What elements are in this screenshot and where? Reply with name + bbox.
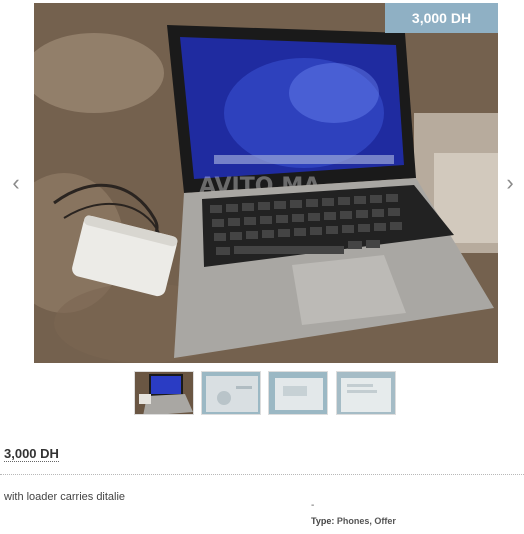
previous-photo-button[interactable]: ‹ (6, 170, 26, 196)
main-listing-photo[interactable]: AVITO.MA 3,000 DH (34, 3, 498, 363)
listing-type: Type: Phones, Offer (311, 516, 396, 526)
thumbnail-1[interactable] (134, 371, 194, 415)
chevron-right-icon: › (506, 170, 514, 195)
type-value: Phones, Offer (336, 516, 396, 526)
thumbnail-4[interactable] (336, 371, 396, 415)
thumbnail-strip (0, 371, 524, 417)
listing-price: 3,000 DH (4, 446, 59, 462)
document-thumbnail-image (337, 372, 395, 414)
laptop-thumbnail-image (135, 372, 193, 414)
photo-gallery: AVITO.MA 3,000 DH ‹ › (0, 0, 524, 365)
section-divider (0, 474, 524, 475)
type-label: Type: (311, 516, 335, 526)
listing-description: with loader carries ditalie (4, 491, 126, 503)
chevron-left-icon: ‹ (12, 170, 20, 195)
thumbnail-3[interactable] (268, 371, 328, 415)
document-thumbnail-image (269, 372, 327, 414)
price-badge: 3,000 DH (385, 3, 498, 33)
next-photo-button[interactable]: › (500, 170, 520, 196)
thumbnail-2[interactable] (201, 371, 261, 415)
laptop-photo-illustration: AVITO.MA (34, 3, 498, 363)
document-thumbnail-image (202, 372, 260, 414)
detail-dash: - (311, 500, 315, 511)
price-value: 3,000 DH (4, 446, 59, 462)
